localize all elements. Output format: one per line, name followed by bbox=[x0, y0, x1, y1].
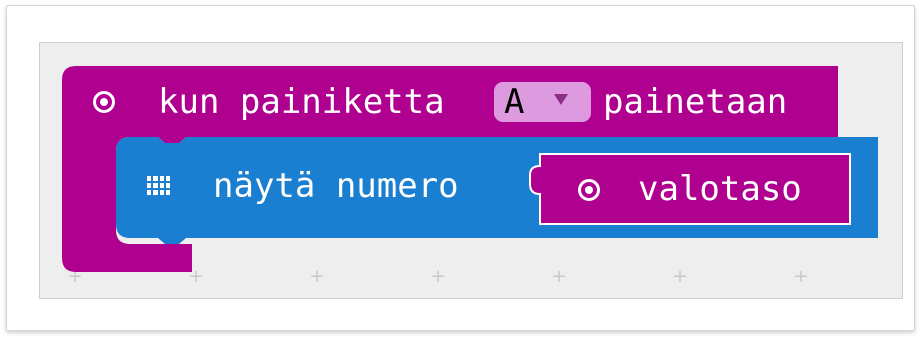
target-icon bbox=[93, 91, 115, 113]
light-level-label: valotaso bbox=[638, 169, 802, 209]
target-icon bbox=[578, 179, 600, 201]
event-label-before: kun painiketta bbox=[158, 82, 445, 122]
chevron-down-icon bbox=[554, 94, 568, 105]
event-label-after: painetaan bbox=[603, 82, 788, 122]
button-dropdown-value: A bbox=[504, 82, 525, 122]
led-grid-icon bbox=[147, 176, 170, 195]
show-number-label: näytä numero bbox=[213, 166, 459, 206]
button-dropdown[interactable]: A bbox=[494, 82, 591, 122]
